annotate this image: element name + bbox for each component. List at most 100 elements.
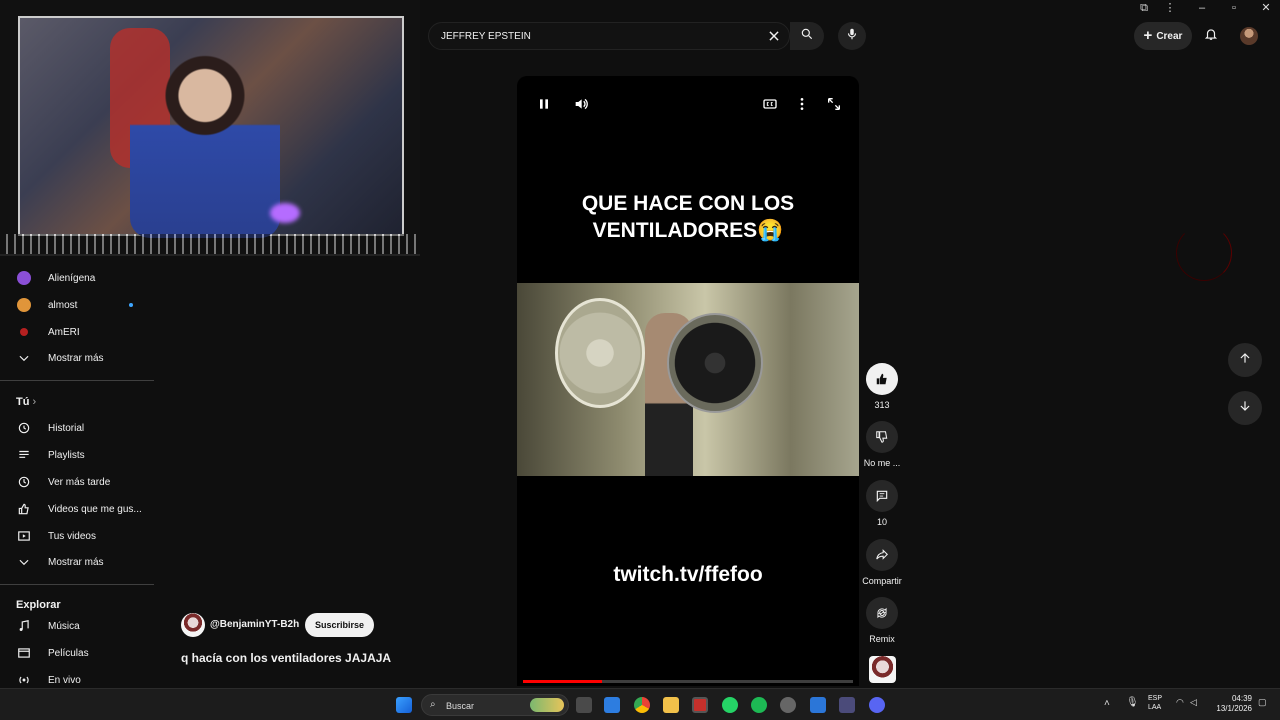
remix-button[interactable]: Remix xyxy=(862,597,902,644)
sidebar: Alienígena almost AmERI Mostrar más Tú ›… xyxy=(0,246,154,720)
sidebar-item-movies[interactable]: Películas xyxy=(0,640,154,666)
your-videos-icon xyxy=(0,529,48,543)
app-icon[interactable] xyxy=(780,697,796,713)
short-caption: q hacía con los ventiladores JAJAJA xyxy=(181,651,392,665)
comment-icon xyxy=(866,480,898,512)
share-label: Compartir xyxy=(862,576,902,586)
bell-icon xyxy=(1204,27,1218,46)
microphone-icon xyxy=(845,27,859,46)
sound-thumbnail[interactable] xyxy=(869,656,896,683)
clock[interactable]: 04:39 13/1/2026 xyxy=(1210,694,1252,714)
sidebar-subscription[interactable]: Alienígena xyxy=(0,265,154,291)
channel-avatar xyxy=(17,298,31,312)
search-button[interactable] xyxy=(790,22,824,50)
language-indicator[interactable]: ESP LAA xyxy=(1148,694,1162,712)
sidebar-item-your-videos[interactable]: Tus videos xyxy=(0,523,154,549)
twitch-url: twitch.tv/ffefoo xyxy=(613,563,763,586)
captions-icon[interactable] xyxy=(762,96,778,117)
pause-icon[interactable] xyxy=(536,96,552,117)
live-icon xyxy=(0,673,48,687)
you-heading[interactable]: Tú › xyxy=(16,396,36,408)
watch-later-icon xyxy=(0,475,48,489)
channel-avatar[interactable] xyxy=(181,613,205,637)
comments-button[interactable]: 10 xyxy=(862,480,902,527)
subscribe-button[interactable]: Suscribirse xyxy=(305,613,375,637)
clear-search-icon[interactable] xyxy=(766,28,782,44)
youtube-icon[interactable] xyxy=(692,697,708,713)
dislike-label: No me ... xyxy=(863,458,901,468)
thumbs-up-icon xyxy=(866,363,898,395)
volume-icon[interactable] xyxy=(573,96,589,117)
sidebar-subscription[interactable]: AmERI xyxy=(0,319,154,345)
playlists-icon xyxy=(0,448,48,462)
user-avatar[interactable] xyxy=(1240,27,1258,45)
channel-avatar xyxy=(17,271,31,285)
search-input[interactable]: JEFFREY EPSTEIN xyxy=(428,22,790,50)
sidebar-divider xyxy=(0,380,154,381)
sidebar-item-history[interactable]: Historial xyxy=(0,415,154,441)
microphone-icon[interactable]: 🎙 xyxy=(1126,697,1139,708)
remix-icon xyxy=(866,597,898,629)
task-view-icon[interactable] xyxy=(576,697,592,713)
like-count: 313 xyxy=(874,400,890,410)
chevron-up-icon[interactable]: ˄ xyxy=(1104,698,1110,709)
webcam-feed xyxy=(18,16,404,238)
whatsapp-icon[interactable] xyxy=(722,697,738,713)
app-icon[interactable] xyxy=(810,697,826,713)
sidebar-item-watch-later[interactable]: Ver más tarde xyxy=(0,469,154,495)
video-headline: QUE HACE CON LOS VENTILADORES😭 xyxy=(581,192,795,242)
video-clip xyxy=(517,283,859,476)
comment-count: 10 xyxy=(876,517,887,527)
sidebar-item-playlists[interactable]: Playlists xyxy=(0,442,154,468)
create-button[interactable]: + Crear xyxy=(1134,22,1192,50)
browser-menu-icon[interactable]: ⋮ xyxy=(1160,2,1180,14)
volume-icon[interactable]: ◁ xyxy=(1190,697,1197,708)
chevron-down-icon xyxy=(0,351,48,365)
liked-videos-icon xyxy=(0,502,48,516)
windows-start-icon[interactable] xyxy=(396,697,412,713)
subscription-label: AmERI xyxy=(48,326,80,338)
loading-spinner xyxy=(1176,225,1232,281)
chrome-icon[interactable] xyxy=(634,697,650,713)
music-icon xyxy=(0,619,48,633)
notifications-button[interactable] xyxy=(1202,27,1220,45)
like-button[interactable]: 313 xyxy=(862,363,902,410)
pedestal-fan xyxy=(667,313,763,413)
show-more-you[interactable]: Mostrar más xyxy=(0,549,154,575)
taskbar: ⌕ Buscar ˄ 🎙 ESP LAA ◠ ◁ 04:39 13/1/2026… xyxy=(0,688,1280,720)
maximize-icon[interactable]: ▫ xyxy=(1224,2,1244,14)
wifi-icon[interactable]: ◠ xyxy=(1176,697,1184,708)
minimize-icon[interactable]: – xyxy=(1192,2,1212,14)
next-short-button[interactable] xyxy=(1228,391,1262,425)
shorts-player[interactable]: QUE HACE CON LOS VENTILADORES😭 twitch.tv… xyxy=(517,76,859,686)
pedestal-fan xyxy=(555,298,645,408)
rgb-light xyxy=(270,203,300,223)
thumbs-down-icon xyxy=(866,421,898,453)
share-button[interactable]: Compartir xyxy=(862,539,902,586)
arrow-up-icon xyxy=(1238,351,1252,370)
taskbar-search[interactable]: ⌕ Buscar xyxy=(421,694,569,716)
sidebar-divider xyxy=(0,584,154,585)
sidebar-item-liked-videos[interactable]: Videos que me gus... xyxy=(0,496,154,522)
arrow-down-icon xyxy=(1238,399,1252,418)
channel-name[interactable]: @BenjaminYT-B2h xyxy=(210,619,299,630)
notification-center-icon[interactable]: ▢ xyxy=(1258,697,1267,708)
close-window-icon[interactable]: ✕ xyxy=(1256,2,1276,14)
game-icon[interactable] xyxy=(839,697,855,713)
voice-search-button[interactable] xyxy=(838,22,866,50)
more-options-icon[interactable] xyxy=(794,96,810,117)
fullscreen-icon[interactable] xyxy=(826,96,842,117)
spotify-icon[interactable] xyxy=(751,697,767,713)
sidebar-subscription[interactable]: almost xyxy=(0,292,154,318)
discord-icon[interactable] xyxy=(869,697,885,713)
store-icon[interactable] xyxy=(604,697,620,713)
dislike-button[interactable]: No me ... xyxy=(862,421,902,468)
chevron-down-icon xyxy=(0,555,48,569)
new-content-dot xyxy=(129,303,133,307)
previous-short-button[interactable] xyxy=(1228,343,1262,377)
show-more-subscriptions[interactable]: Mostrar más xyxy=(0,345,154,371)
search-icon: ⌕ xyxy=(430,699,436,710)
file-explorer-icon[interactable] xyxy=(663,697,679,713)
sidebar-item-music[interactable]: Música xyxy=(0,613,154,639)
extensions-icon[interactable]: ⧉ xyxy=(1134,2,1154,14)
